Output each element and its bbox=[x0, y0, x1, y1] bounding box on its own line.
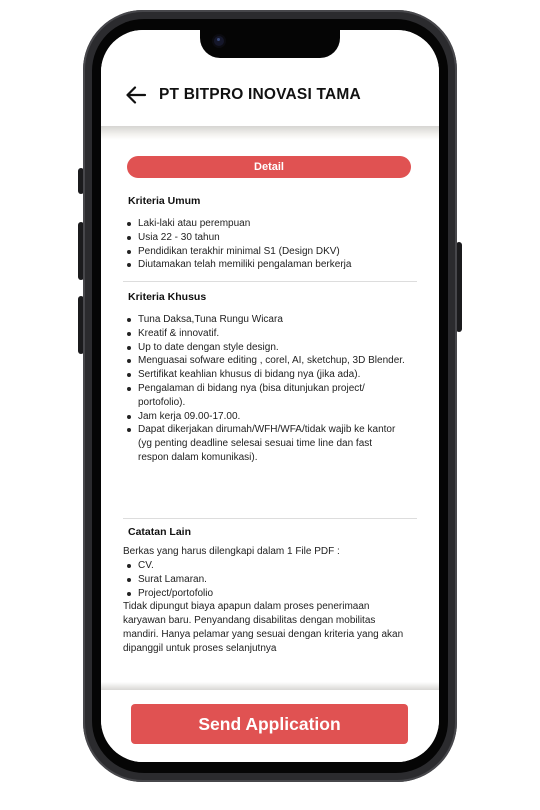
section-divider bbox=[123, 518, 417, 519]
list-item: Kreatif & innovatif. bbox=[125, 327, 405, 341]
list-item: Diutamakan telah memiliki pengalaman ber… bbox=[125, 258, 405, 272]
list-item: Dapat dikerjakan dirumah/WFH/WFA/tidak w… bbox=[125, 423, 405, 464]
catatan-intro: Berkas yang harus dilengkapi dalam 1 Fil… bbox=[123, 546, 340, 557]
list-item: Laki-laki atau perempuan bbox=[125, 217, 405, 231]
list-item: Menguasai sofware editing , corel, AI, s… bbox=[125, 354, 405, 368]
page-title: PT BITPRO INOVASI TAMA bbox=[159, 86, 361, 103]
section-title-kriteria-umum: Kriteria Umum bbox=[128, 195, 201, 207]
front-camera bbox=[214, 36, 224, 46]
detail-label: Detail bbox=[127, 156, 411, 178]
catatan-file-list: CV. Surat Lamaran. Project/portofolio bbox=[125, 559, 405, 600]
bottom-bar-shadow bbox=[101, 682, 439, 690]
list-item: Sertifikat keahlian khusus di bidang nya… bbox=[125, 368, 405, 382]
section-title-catatan-lain: Catatan Lain bbox=[128, 526, 192, 538]
send-application-button[interactable]: Send Application bbox=[131, 704, 408, 744]
list-item: Usia 22 - 30 tahun bbox=[125, 231, 405, 245]
kriteria-umum-list: Laki-laki atau perempuan Usia 22 - 30 ta… bbox=[125, 217, 405, 272]
list-item: Tuna Daksa,Tuna Rungu Wicara bbox=[125, 313, 405, 327]
list-item: Jam kerja 09.00-17.00. bbox=[125, 410, 405, 424]
header-shadow bbox=[101, 126, 439, 140]
job-detail-content: Detail Kriteria Umum Laki-laki atau pere… bbox=[101, 140, 439, 682]
list-item: Pendidikan terakhir minimal S1 (Design D… bbox=[125, 245, 405, 259]
bottom-bar: Send Application bbox=[101, 690, 439, 762]
list-item: Surat Lamaran. bbox=[125, 573, 405, 587]
arrow-left-icon[interactable] bbox=[125, 84, 147, 106]
list-item: CV. bbox=[125, 559, 405, 573]
phone-screen: PT BITPRO INOVASI TAMA Detail Kriteria U… bbox=[101, 30, 439, 762]
kriteria-khusus-list: Tuna Daksa,Tuna Rungu Wicara Kreatif & i… bbox=[125, 313, 405, 465]
section-divider bbox=[123, 281, 417, 282]
list-item: Up to date dengan style design. bbox=[125, 341, 405, 355]
catatan-note: Tidak dipungut biaya apapun dalam proses… bbox=[123, 601, 404, 654]
section-title-kriteria-khusus: Kriteria Khusus bbox=[128, 291, 207, 303]
list-item: Project/portofolio bbox=[125, 587, 405, 601]
list-item: Pengalaman di bidang nya (bisa ditunjuka… bbox=[125, 382, 405, 410]
